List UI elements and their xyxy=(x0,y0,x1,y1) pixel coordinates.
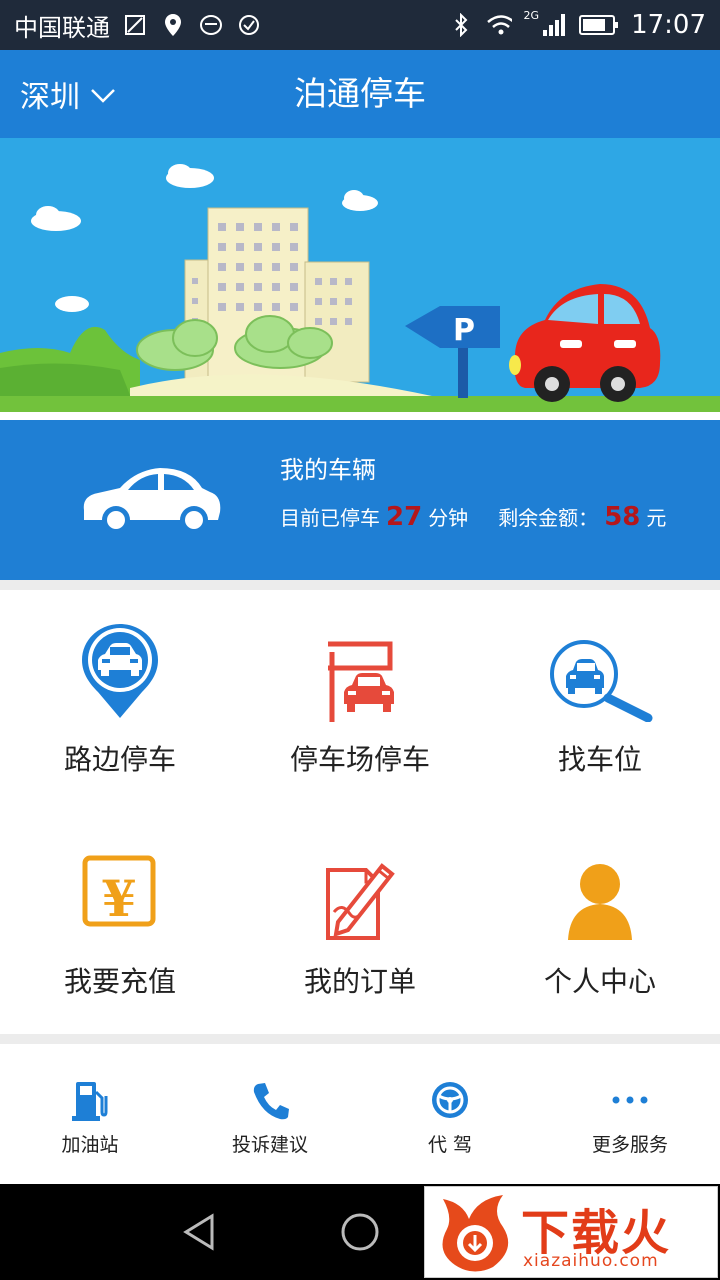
balance-value: 58 xyxy=(604,502,641,532)
function-grid: 路边停车 停车场停车 找车位 ¥ 我要充值 我的订单 个人中心 xyxy=(0,590,720,1034)
roadside-parking-button[interactable]: 路边停车 xyxy=(0,590,240,812)
wifi-icon xyxy=(486,12,512,38)
vehicle-title: 我的车辆 xyxy=(280,456,376,484)
designated-driver-button[interactable]: 代 驾 xyxy=(360,1044,540,1184)
steering-wheel-icon xyxy=(430,1078,470,1122)
my-orders-label: 我的订单 xyxy=(303,965,416,998)
parking-lot-icon xyxy=(320,622,400,724)
svg-text:P: P xyxy=(453,313,475,348)
balance-unit: 元 xyxy=(646,506,667,530)
back-icon[interactable] xyxy=(180,1212,220,1256)
parked-minutes: 27 xyxy=(386,502,423,532)
home-icon[interactable] xyxy=(340,1212,380,1256)
parking-lot-label: 停车场停车 xyxy=(289,743,430,776)
clock: 17:07 xyxy=(631,10,706,40)
status-bar: 中国联通 2G 17:07 xyxy=(0,0,720,50)
face-icon xyxy=(198,12,224,38)
find-space-label: 找车位 xyxy=(557,743,642,776)
recharge-button[interactable]: ¥ 我要充值 xyxy=(0,812,240,1034)
watermark-url: xiazaihuo.com xyxy=(523,1251,659,1271)
find-space-magnifier-icon xyxy=(546,622,656,723)
more-services-button[interactable]: 更多服务 xyxy=(540,1044,720,1184)
watermark-logo: 下载火 xiazaihuo.com xyxy=(424,1186,718,1278)
personal-center-button[interactable]: 个人中心 xyxy=(480,812,720,1034)
roadside-parking-pin-icon xyxy=(80,622,160,722)
sim-icon xyxy=(122,12,148,38)
gas-station-label: 加油站 xyxy=(61,1134,119,1156)
banner-illustration: P xyxy=(0,138,720,420)
personal-center-label: 个人中心 xyxy=(543,965,656,998)
more-dots-icon xyxy=(610,1078,650,1122)
my-vehicle-card[interactable]: 我的车辆 目前已停车 27 分钟 剩余金额： 58 元 xyxy=(0,420,720,580)
designated-driver-label: 代 驾 xyxy=(427,1134,473,1156)
network-type: 2G xyxy=(523,8,540,22)
more-services-label: 更多服务 xyxy=(591,1134,668,1156)
roadside-parking-label: 路边停车 xyxy=(63,743,176,776)
fuel-pump-icon xyxy=(70,1078,110,1122)
gas-station-button[interactable]: 加油站 xyxy=(0,1044,180,1184)
app-title: 泊通停车 xyxy=(294,74,426,113)
person-icon xyxy=(560,844,640,944)
feedback-label: 投诉建议 xyxy=(231,1134,308,1156)
location-icon xyxy=(160,12,186,38)
svg-text:¥: ¥ xyxy=(102,869,137,928)
car-icon xyxy=(78,460,224,540)
my-orders-button[interactable]: 我的订单 xyxy=(240,812,480,1034)
shield-check-icon xyxy=(236,12,262,38)
signal-icon xyxy=(541,12,567,38)
recharge-label: 我要充值 xyxy=(63,965,176,998)
parked-unit: 分钟 xyxy=(428,506,469,530)
flame-logo-icon xyxy=(433,1193,517,1277)
services-bar: 加油站 投诉建议 代 驾 更多服务 xyxy=(0,1044,720,1184)
parking-lot-button[interactable]: 停车场停车 xyxy=(240,590,480,812)
phone-icon xyxy=(250,1078,290,1122)
order-edit-icon xyxy=(320,844,400,944)
yuan-recharge-icon: ¥ xyxy=(80,844,160,944)
app-bar: 深圳 泊通停车 xyxy=(0,50,720,138)
battery-icon xyxy=(579,12,619,38)
carrier-name: 中国联通 xyxy=(14,13,110,42)
find-space-button[interactable]: 找车位 xyxy=(480,590,720,812)
parked-time-label: 目前已停车 xyxy=(280,506,380,530)
bluetooth-icon xyxy=(448,12,474,38)
balance-label: 剩余金额： xyxy=(498,506,599,530)
feedback-button[interactable]: 投诉建议 xyxy=(180,1044,360,1184)
vehicle-status: 目前已停车 27 分钟 剩余金额： 58 元 xyxy=(280,502,666,532)
